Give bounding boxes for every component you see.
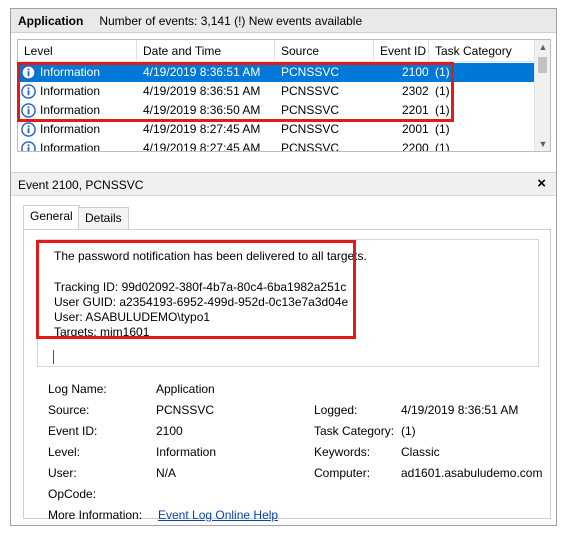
table-row[interactable]: Information 4/19/2019 8:36:51 AM PCNSSVC 21… (18, 63, 536, 82)
general-tab-panel: The password notification has been deliv… (23, 229, 551, 522)
computer-label: Computer: (314, 466, 371, 480)
row-cell-level: Information (40, 84, 101, 98)
column-header-source[interactable]: Source (275, 40, 374, 62)
event-count-info: Number of events: 3,141 (!) New events a… (99, 13, 363, 28)
row-cell-level: Information (40, 103, 101, 117)
row-cell-level: Information (40, 65, 101, 79)
info-icon (21, 122, 36, 137)
event-detail-header: Event 2100, PCNSSVC × (11, 173, 556, 196)
event-id-label: Event ID: (48, 424, 98, 438)
row-cell-task-category: (1) (435, 103, 450, 117)
row-cell-source: PCNSSVC (281, 84, 340, 98)
info-icon (21, 84, 36, 99)
events-list[interactable]: Level Date and Time Source Event ID Task… (17, 39, 551, 152)
column-header-event-id[interactable]: Event ID (374, 40, 429, 62)
log-titlebar: Application Number of events: 3,141 (!) … (11, 9, 556, 33)
keywords-value: Classic (401, 445, 440, 459)
chevron-down-icon[interactable]: ▼ (535, 137, 550, 151)
opcode-label: OpCode: (48, 487, 97, 501)
info-icon (21, 141, 36, 151)
column-header-task-category[interactable]: Task Category (429, 40, 536, 62)
row-cell-task-category: (1) (435, 122, 450, 136)
log-name-title: Application (18, 13, 84, 28)
source-value: PCNSSVC (156, 403, 215, 417)
table-row[interactable]: Information 4/19/2019 8:36:50 AM PCNSSVC 22… (18, 101, 536, 120)
row-cell-event-id: 2001 (402, 122, 429, 136)
table-row[interactable]: Information 4/19/2019 8:36:51 AM PCNSSVC 23… (18, 82, 536, 101)
row-cell-task-category: (1) (435, 84, 450, 98)
message-line: The password notification has been deliv… (54, 249, 367, 263)
row-cell-date-time: 4/19/2019 8:36:50 AM (143, 103, 261, 117)
user-value: N/A (156, 466, 177, 480)
close-icon[interactable]: × (537, 175, 546, 192)
event-detail-title: Event 2100, PCNSSVC (18, 178, 144, 192)
source-label: Source: (48, 403, 90, 417)
row-cell-event-id: 2200 (402, 141, 429, 152)
message-targets: Targets: mim1601 (54, 325, 150, 339)
events-scrollbar[interactable]: ▲ ▼ (534, 40, 550, 151)
user-label: User: (48, 466, 77, 480)
keywords-label: Keywords: (314, 445, 371, 459)
info-icon (21, 65, 36, 80)
text-caret (53, 350, 54, 364)
more-information-label: More Information: (48, 508, 143, 522)
row-cell-task-category: (1) (435, 65, 450, 79)
row-cell-source: PCNSSVC (281, 65, 340, 79)
info-icon (21, 103, 36, 118)
computer-value: ad1601.asabuludemo.com (401, 466, 543, 480)
log-name-label: Log Name: (48, 382, 107, 396)
tab-general[interactable]: General (23, 205, 80, 229)
row-cell-source: PCNSSVC (281, 122, 340, 136)
level-value: Information (156, 445, 217, 459)
table-row[interactable]: Information 4/19/2019 8:27:45 AM PCNSSVC 20… (18, 120, 536, 139)
event-log-online-help-link[interactable]: Event Log Online Help (158, 508, 278, 522)
scrollbar-thumb[interactable] (538, 57, 547, 73)
chevron-up-icon[interactable]: ▲ (535, 40, 550, 54)
logged-label: Logged: (314, 403, 358, 417)
row-cell-event-id: 2302 (402, 84, 429, 98)
logged-value: 4/19/2019 8:36:51 AM (401, 403, 519, 417)
event-viewer-window: Application Number of events: 3,141 (!) … (10, 8, 557, 526)
row-cell-date-time: 4/19/2019 8:36:51 AM (143, 84, 261, 98)
row-cell-date-time: 4/19/2019 8:27:45 AM (143, 122, 261, 136)
log-name-value: Application (156, 382, 215, 396)
column-header-level[interactable]: Level (18, 40, 137, 62)
row-cell-level: Information (40, 141, 101, 152)
message-user: User: ASABULUDEMO\typo1 (54, 310, 211, 324)
message-user-guid: User GUID: a2354193-6952-499d-952d-0c13e… (54, 295, 349, 309)
events-list-header: Level Date and Time Source Event ID Task… (18, 40, 536, 62)
task-category-value: (1) (401, 424, 416, 438)
row-cell-event-id: 2100 (402, 65, 429, 79)
row-cell-source: PCNSSVC (281, 103, 340, 117)
level-label: Level: (48, 445, 81, 459)
row-cell-level: Information (40, 122, 101, 136)
tab-details[interactable]: Details (78, 207, 129, 229)
row-cell-date-time: 4/19/2019 8:36:51 AM (143, 65, 261, 79)
row-cell-source: PCNSSVC (281, 141, 340, 152)
table-row[interactable]: Information 4/19/2019 8:27:45 AM PCNSSVC 22… (18, 139, 536, 152)
task-category-label: Task Category: (314, 424, 395, 438)
event-id-value: 2100 (156, 424, 183, 438)
column-header-date-time[interactable]: Date and Time (137, 40, 275, 62)
row-cell-task-category: (1) (435, 141, 450, 152)
message-tracking-id: Tracking ID: 99d02092-380f-4b7a-80c4-6ba… (54, 280, 347, 294)
row-cell-event-id: 2201 (402, 103, 429, 117)
event-message-box[interactable]: The password notification has been deliv… (37, 239, 539, 367)
row-cell-date-time: 4/19/2019 8:27:45 AM (143, 141, 261, 152)
